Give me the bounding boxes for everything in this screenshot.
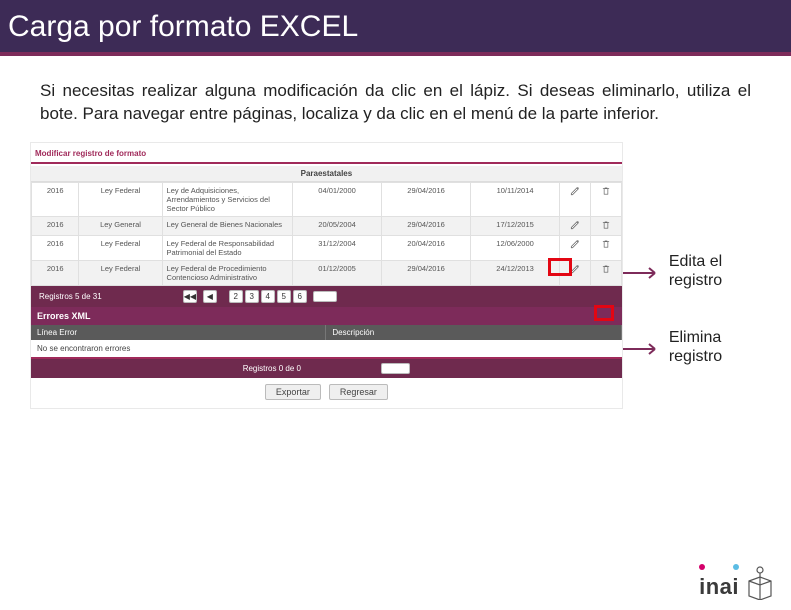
cell-date1: 20/05/2004 [293, 216, 382, 235]
edit-row-button[interactable] [560, 235, 591, 260]
callout-edit-label: Edita el registro [669, 252, 771, 290]
trash-icon [601, 189, 611, 198]
delete-row-button[interactable] [590, 182, 621, 216]
errors-header: Errores XML [31, 307, 622, 325]
logo-dot-i2 [733, 564, 739, 570]
table-row: 2016Ley FederalLey Federal de Responsabi… [32, 235, 622, 260]
errors-pagination-bar: Registros 0 de 0 10 ▾ [31, 359, 622, 378]
delete-row-button[interactable] [590, 235, 621, 260]
table-subheader: Paraestatales [31, 166, 622, 182]
table-row: 2016Ley FederalLey Federal de Procedimie… [32, 260, 622, 285]
logo-text: inai [699, 574, 739, 600]
logo-dot-i1 [699, 564, 705, 570]
errors-columns: Línea Error Descripción [31, 325, 622, 340]
page-title: Carga por formato EXCEL [8, 10, 783, 44]
cell-year: 2016 [32, 260, 79, 285]
errors-records-count: Registros 0 de 0 [243, 364, 301, 373]
pencil-icon [570, 189, 580, 198]
page-number-button[interactable]: 6 [293, 290, 307, 303]
highlight-delete-icon [594, 305, 614, 321]
cell-type: Ley General [79, 216, 162, 235]
page-number-button[interactable]: 4 [261, 290, 275, 303]
slide-header: Carga por formato EXCEL [0, 0, 791, 56]
page-size-select[interactable]: 5 ▾ [313, 291, 338, 302]
cell-date2: 29/04/2016 [382, 182, 471, 216]
cell-date1: 04/01/2000 [293, 182, 382, 216]
cell-date2: 20/04/2016 [382, 235, 471, 260]
arrow-icon [623, 341, 663, 353]
trash-icon [601, 242, 611, 251]
page-number-button[interactable]: 2 [229, 290, 243, 303]
highlight-edit-icon [548, 258, 572, 276]
errors-col-desc: Descripción [326, 325, 621, 340]
delete-row-button[interactable] [590, 216, 621, 235]
cell-date1: 31/12/2004 [293, 235, 382, 260]
delete-row-button[interactable] [590, 260, 621, 285]
page-prev-button[interactable]: ◀ [203, 290, 217, 303]
pencil-icon [570, 242, 580, 251]
errors-page-size-select[interactable]: 10 ▾ [381, 363, 410, 374]
description-paragraph: Si necesitas realizar alguna modificació… [0, 56, 791, 142]
edit-row-button[interactable] [560, 182, 591, 216]
cell-law: Ley General de Bienes Nacionales [162, 216, 293, 235]
cell-date2: 29/04/2016 [382, 216, 471, 235]
cell-date3: 10/11/2014 [471, 182, 560, 216]
table-row: 2016Ley FederalLey de Adquisiciones, Arr… [32, 182, 622, 216]
pagination-bar: Registros 5 de 31 ◀◀ ◀ 23456 5 ▾ [31, 286, 622, 307]
callouts-column: Edita el registro Elimina registro [623, 142, 771, 405]
trash-icon [601, 223, 611, 232]
cell-type: Ley Federal [79, 260, 162, 285]
pencil-icon [570, 223, 580, 232]
export-button[interactable]: Exportar [265, 384, 321, 400]
cell-law: Ley de Adquisiciones, Arrendamientos y S… [162, 182, 293, 216]
page-number-button[interactable]: 5 [277, 290, 291, 303]
records-count: Registros 5 de 31 [39, 292, 102, 301]
section-title: Modificar registro de formato [31, 143, 622, 164]
cell-date3: 12/06/2000 [471, 235, 560, 260]
embedded-app-screenshot: Modificar registro de formato Paraestata… [30, 142, 623, 409]
records-table: 2016Ley FederalLey de Adquisiciones, Arr… [31, 182, 622, 286]
edit-row-button[interactable] [560, 216, 591, 235]
cell-type: Ley Federal [79, 235, 162, 260]
cell-year: 2016 [32, 235, 79, 260]
errors-col-line: Línea Error [31, 325, 326, 340]
cell-year: 2016 [32, 182, 79, 216]
cell-year: 2016 [32, 216, 79, 235]
cell-law: Ley Federal de Procedimiento Contencioso… [162, 260, 293, 285]
cell-date3: 24/12/2013 [471, 260, 560, 285]
callout-delete-label: Elimina registro [669, 328, 771, 366]
cell-type: Ley Federal [79, 182, 162, 216]
cell-date3: 17/12/2015 [471, 216, 560, 235]
page-number-button[interactable]: 3 [245, 290, 259, 303]
back-button[interactable]: Regresar [329, 384, 388, 400]
action-buttons-row: Exportar Regresar [31, 378, 622, 408]
trash-icon [601, 267, 611, 276]
logo-mark-icon [745, 566, 775, 600]
cell-date2: 29/04/2016 [382, 260, 471, 285]
table-row: 2016Ley GeneralLey General de Bienes Nac… [32, 216, 622, 235]
inai-logo: inai [699, 566, 775, 600]
arrow-icon [623, 265, 663, 277]
page-first-button[interactable]: ◀◀ [183, 290, 197, 303]
callout-edit: Edita el registro [623, 252, 771, 290]
errors-empty-message: No se encontraron errores [31, 340, 622, 359]
cell-date1: 01/12/2005 [293, 260, 382, 285]
cell-law: Ley Federal de Responsabilidad Patrimoni… [162, 235, 293, 260]
callout-delete: Elimina registro [623, 328, 771, 366]
